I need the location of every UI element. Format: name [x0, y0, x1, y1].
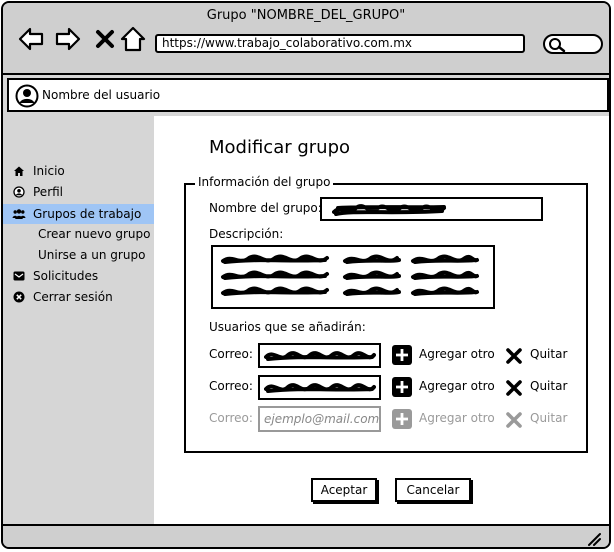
remove-email-button-1[interactable]: Quitar — [505, 345, 575, 365]
email-input-2[interactable] — [258, 375, 381, 400]
users-icon — [12, 209, 26, 219]
accept-button[interactable]: Aceptar — [311, 478, 377, 502]
email-input-3[interactable]: ejemplo@mail.com — [258, 406, 381, 432]
email-label-3: Correo: — [209, 411, 253, 425]
user-bar: Nombre del usuario — [7, 78, 609, 112]
group-info-legend: Información del grupo — [195, 175, 334, 189]
email-label-1: Correo: — [209, 347, 253, 361]
status-bar — [3, 524, 609, 547]
user-name[interactable]: Nombre del usuario — [42, 88, 160, 102]
back-arrow-icon[interactable] — [17, 25, 45, 53]
x-remove-icon — [506, 348, 522, 364]
close-circle-icon — [13, 291, 25, 303]
window-title: Grupo "NOMBRE_DEL_GRUPO" — [206, 8, 406, 23]
envelope-icon — [13, 271, 25, 281]
x-remove-icon — [506, 380, 522, 396]
resize-grip-icon[interactable] — [587, 532, 601, 546]
remove-email-button-3[interactable]: Quitar — [505, 409, 575, 429]
sidebar-item-solicitudes[interactable]: Solicitudes — [3, 266, 154, 286]
cancel-button[interactable]: Cancelar — [395, 478, 471, 502]
remove-email-button-2[interactable]: Quitar — [505, 377, 575, 397]
description-scribble-icon — [221, 254, 479, 296]
stop-x-icon[interactable] — [91, 25, 119, 53]
users-label: Usuarios que se añadirán: — [209, 320, 366, 334]
x-remove-icon — [506, 412, 522, 428]
sidebar-subitem-crear-nuevo-grupo[interactable]: Crear nuevo grupo — [38, 224, 151, 244]
sidebar-item-cerrar-sesion[interactable]: Cerrar sesión — [3, 287, 154, 307]
sidebar-item-inicio[interactable]: Inicio — [3, 161, 154, 181]
sidebar-subitem-unirse-a-un-grupo[interactable]: Unirse a un grupo — [38, 245, 145, 265]
email-scribble-icon — [264, 383, 376, 393]
group-name-label: Nombre del grupo: — [209, 201, 322, 215]
name-scribble-icon — [332, 204, 446, 216]
sidebar: Inicio Perfil Grupos de trabajo Crear nu… — [3, 116, 154, 524]
email-scribble-icon — [264, 351, 376, 361]
user-avatar-icon — [15, 84, 39, 108]
sidebar-item-grupos-de-trabajo[interactable]: Grupos de trabajo — [3, 204, 154, 224]
browser-window: Grupo "NOMBRE_DEL_GRUPO" https://www.tra… — [1, 1, 611, 549]
url-field[interactable]: https://www.trabajo_colaborativo.com.mx — [155, 34, 525, 53]
add-email-button-3[interactable]: Agregar otro — [392, 409, 495, 429]
plus-square-icon — [392, 345, 412, 365]
browser-titlebar: Grupo "NOMBRE_DEL_GRUPO" https://www.tra… — [3, 3, 609, 75]
page-title: Modificar grupo — [209, 137, 351, 158]
plus-square-icon — [392, 377, 412, 397]
plus-square-icon — [392, 409, 412, 429]
description-textarea[interactable] — [211, 245, 495, 309]
home-icon — [14, 166, 24, 176]
email-label-2: Correo: — [209, 379, 253, 393]
forward-arrow-icon[interactable] — [54, 25, 82, 53]
email-input-1[interactable] — [258, 343, 381, 368]
description-label: Descripción: — [209, 227, 284, 241]
add-email-button-2[interactable]: Agregar otro — [392, 377, 495, 397]
main-content: Modificar grupo Información del grupo No… — [154, 116, 609, 524]
sidebar-item-perfil[interactable]: Perfil — [3, 182, 154, 202]
search-icon — [549, 38, 566, 53]
browser-search[interactable] — [543, 34, 603, 54]
group-name-input[interactable] — [320, 197, 543, 221]
user-circle-icon — [13, 186, 25, 198]
add-email-button-1[interactable]: Agregar otro — [392, 345, 495, 365]
home-nav-icon[interactable] — [119, 25, 147, 53]
